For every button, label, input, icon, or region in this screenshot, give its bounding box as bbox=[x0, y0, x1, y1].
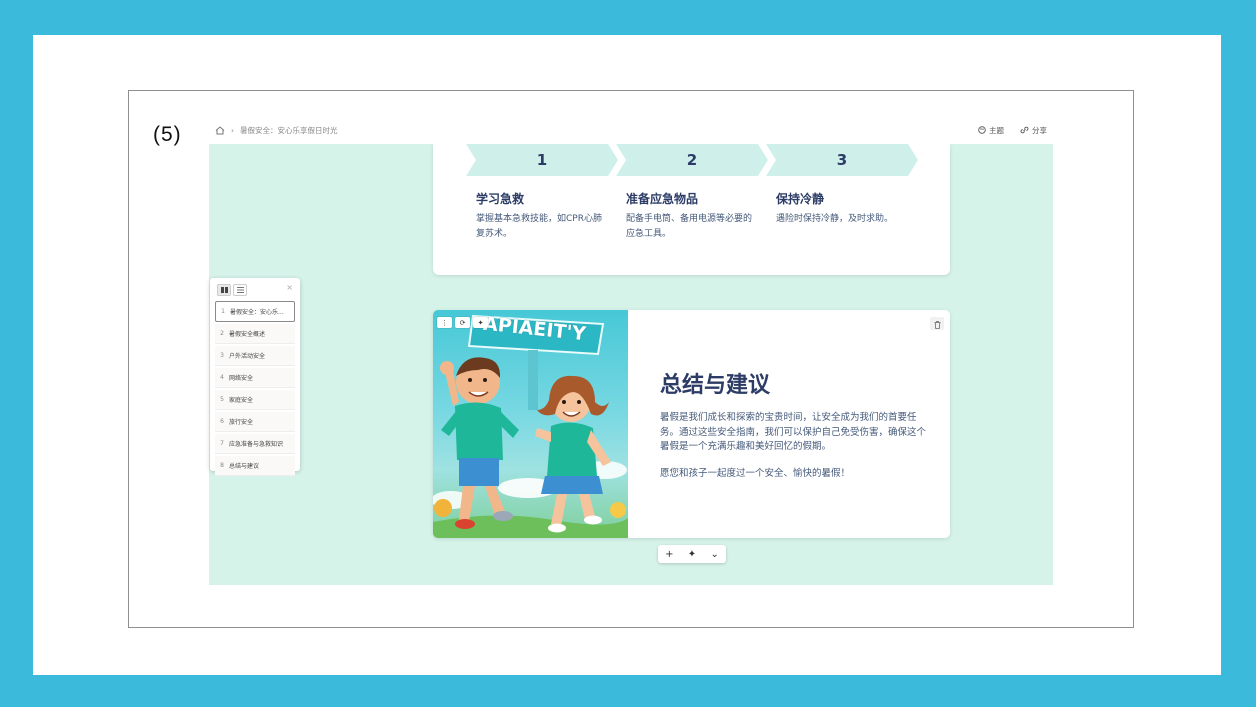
summary-paragraph-1: 暑假是我们成长和探索的宝贵时间，让安全成为我们的首要任务。通过这些安全指南，我们… bbox=[660, 412, 927, 452]
step-title-3: 保持冷静 bbox=[776, 192, 825, 206]
outline-item-4[interactable]: 4 网络安全 bbox=[215, 368, 295, 388]
outline-item-2[interactable]: 2 暑假安全概述 bbox=[215, 324, 295, 344]
home-icon[interactable] bbox=[215, 126, 225, 135]
ai-generate-button[interactable]: ✦ bbox=[688, 549, 696, 560]
summary-card[interactable]: APIAEIT'Y ⋮ ⟳ ✦ 总结与建议 暑假是我们成长和探索的宝贵时间，让安… bbox=[433, 310, 950, 538]
step-desc-3: 遇险时保持冷静，及时求助。 bbox=[776, 214, 894, 224]
outline-item-7[interactable]: 7 应急准备与急救知识 bbox=[215, 434, 295, 454]
outline-item-5[interactable]: 5 家庭安全 bbox=[215, 390, 295, 410]
palette-icon bbox=[978, 125, 986, 136]
share-label: 分享 bbox=[1032, 126, 1047, 135]
outline-list: 1 暑假安全：安心乐... 2 暑假安全概述 3 户外活动安全 4 网络安全 5 家庭安全… bbox=[215, 301, 295, 478]
close-icon[interactable]: × bbox=[286, 283, 293, 292]
add-card-toolbar: + ✦ ⌄ bbox=[658, 545, 726, 563]
summary-paragraph-2: 愿您和孩子一起度过一个安全、愉快的暑假！ bbox=[660, 468, 851, 479]
list-view-button[interactable] bbox=[233, 284, 247, 296]
app-header: › 暑假安全：安心乐享假日时光 主题 分享 bbox=[129, 91, 1133, 143]
image-toolbar: ⋮ ⟳ ✦ bbox=[437, 317, 488, 328]
step-title-2: 准备应急物品 bbox=[626, 192, 699, 206]
step-chevron-2: 2 bbox=[616, 144, 768, 176]
drag-handle-icon[interactable]: ⋮ bbox=[437, 317, 452, 328]
card-view-button[interactable] bbox=[217, 284, 231, 296]
replace-image-icon[interactable]: ⟳ bbox=[455, 317, 470, 328]
outline-item-8[interactable]: 8 总结与建议 bbox=[215, 456, 295, 476]
link-icon bbox=[1020, 126, 1029, 136]
more-options-chevron-icon[interactable]: ⌄ bbox=[710, 549, 718, 560]
theme-label: 主题 bbox=[989, 126, 1004, 135]
outline-view-toggle bbox=[217, 284, 247, 296]
add-card-button[interactable]: + bbox=[665, 549, 673, 560]
step-chevron-3: 3 bbox=[766, 144, 918, 176]
summary-title: 总结与建议 bbox=[660, 373, 771, 398]
step-title-1: 学习急救 bbox=[476, 192, 525, 206]
outline-item-6[interactable]: 6 旅行安全 bbox=[215, 412, 295, 432]
share-button[interactable]: 分享 bbox=[1020, 125, 1047, 136]
kids-illustration[interactable]: APIAEIT'Y ⋮ ⟳ ✦ bbox=[433, 310, 628, 538]
outline-panel: × 1 暑假安全：安心乐... 2 暑假安全概述 3 户外活动安全 4 网络安全 5 家庭… bbox=[210, 278, 300, 476]
delete-card-button[interactable] bbox=[930, 317, 944, 330]
trash-icon bbox=[934, 314, 941, 333]
outline-item-3[interactable]: 3 户外活动安全 bbox=[215, 346, 295, 366]
doc-title[interactable]: 暑假安全：安心乐享假日时光 bbox=[240, 125, 338, 136]
step-desc-1: 掌握基本急救技能，如CPR心肺复苏术。 bbox=[476, 214, 602, 239]
header-actions: 主题 分享 bbox=[978, 125, 1047, 136]
theme-button[interactable]: 主题 bbox=[978, 125, 1004, 136]
slide-canvas: 1 2 3 学习急救 准备应急物品 保持冷静 掌握基本急救技能，如CPR心肺复苏… bbox=[209, 144, 1053, 585]
step-desc-2: 配备手电筒、备用电源等必要的应急工具。 bbox=[626, 214, 753, 239]
outline-item-1[interactable]: 1 暑假安全：安心乐... bbox=[215, 301, 295, 322]
emergency-steps-card[interactable]: 1 2 3 学习急救 准备应急物品 保持冷静 掌握基本急救技能，如CPR心肺复苏… bbox=[433, 144, 950, 275]
ai-sparkle-icon[interactable]: ✦ bbox=[473, 317, 488, 328]
chevron-right-icon: › bbox=[231, 126, 234, 135]
slide-background: (5) › 暑假安全：安心乐享假日时光 主题 分享 1 2 3 学习急救 准备应… bbox=[33, 35, 1221, 675]
breadcrumb: › 暑假安全：安心乐享假日时光 bbox=[215, 125, 338, 136]
step-chevron-1: 1 bbox=[466, 144, 618, 176]
screenshot-frame: (5) › 暑假安全：安心乐享假日时光 主题 分享 1 2 3 学习急救 准备应… bbox=[128, 90, 1134, 628]
